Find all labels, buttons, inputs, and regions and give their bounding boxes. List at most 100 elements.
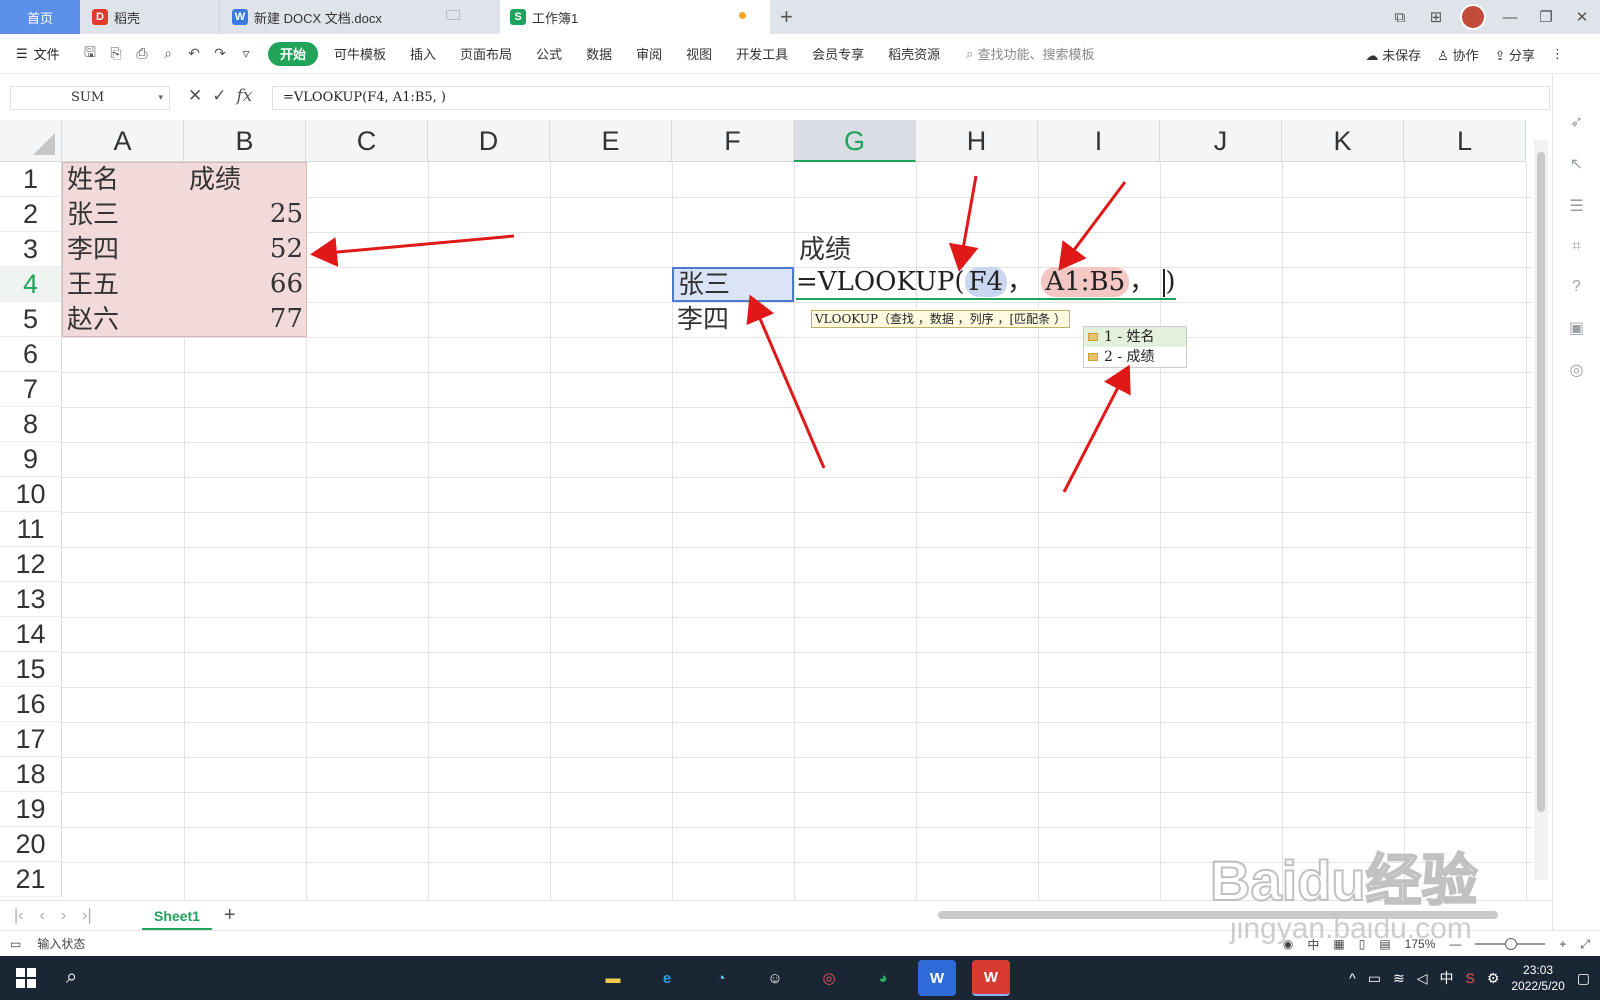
- unsaved-button[interactable]: ☁ 未保存: [1366, 45, 1422, 64]
- column-header-k[interactable]: K: [1282, 120, 1404, 162]
- row-header-9[interactable]: 9: [0, 442, 62, 477]
- more-icon[interactable]: ⋮: [1551, 46, 1564, 62]
- settings-gear-icon[interactable]: ⚙: [1487, 970, 1500, 987]
- cell-b2[interactable]: 25: [189, 197, 303, 232]
- notification-icon[interactable]: ▢: [1577, 970, 1590, 987]
- file-menu[interactable]: ☰ 文件: [0, 44, 80, 63]
- row-header-5[interactable]: 5: [0, 302, 62, 337]
- row-header-11[interactable]: 11: [0, 512, 62, 547]
- word-icon[interactable]: W: [918, 960, 956, 996]
- menu-daoke-resources[interactable]: 稻壳资源: [876, 34, 952, 74]
- column-header-d[interactable]: D: [428, 120, 550, 162]
- column-header-c[interactable]: C: [306, 120, 428, 162]
- cell-a4[interactable]: 王五: [67, 267, 119, 302]
- scroll-thumb[interactable]: [938, 911, 1498, 919]
- export-icon[interactable]: ⎘: [106, 45, 126, 62]
- column-header-g[interactable]: G: [794, 120, 916, 162]
- menu-formulas[interactable]: 公式: [524, 34, 574, 74]
- row-header-1[interactable]: 1: [0, 162, 62, 197]
- menu-view[interactable]: 视图: [674, 34, 724, 74]
- column-header-e[interactable]: E: [550, 120, 672, 162]
- customize-dropdown-icon[interactable]: ▿: [236, 45, 256, 62]
- edge-beta-icon[interactable]: ◔: [702, 960, 740, 996]
- row-header-21[interactable]: 21: [0, 862, 62, 897]
- menu-review[interactable]: 审阅: [624, 34, 674, 74]
- menu-data[interactable]: 数据: [574, 34, 624, 74]
- confirm-icon[interactable]: ✓: [212, 86, 226, 106]
- cell-f4[interactable]: 张三: [672, 267, 794, 302]
- menu-page-layout[interactable]: 页面布局: [448, 34, 524, 74]
- normal-view-icon[interactable]: ▦: [1333, 937, 1344, 951]
- menu-home[interactable]: 开始: [268, 41, 319, 66]
- row-header-10[interactable]: 10: [0, 477, 62, 512]
- column-header-f[interactable]: F: [672, 120, 794, 162]
- edge-icon[interactable]: ◕: [864, 960, 902, 996]
- backup-icon[interactable]: ▣: [1569, 318, 1584, 338]
- sliders-icon[interactable]: ☰: [1569, 196, 1583, 216]
- volume-icon[interactable]: ◁: [1417, 970, 1428, 987]
- avatar[interactable]: [1460, 4, 1486, 30]
- ime-indicator[interactable]: 中: [1439, 968, 1453, 988]
- row-header-15[interactable]: 15: [0, 652, 62, 687]
- workspace-icon[interactable]: ⧉: [1382, 0, 1418, 34]
- row-header-6[interactable]: 6: [0, 337, 62, 372]
- crop-icon[interactable]: ⌗: [1572, 238, 1581, 256]
- rocket-icon[interactable]: ➶: [1570, 112, 1583, 132]
- redo-icon[interactable]: ↷: [210, 45, 230, 62]
- taskbar-search-icon[interactable]: ⌕: [66, 966, 77, 989]
- file-explorer-icon[interactable]: ▬: [594, 960, 632, 996]
- save-icon[interactable]: 🖫: [80, 42, 100, 66]
- cell-b3[interactable]: 52: [189, 232, 303, 267]
- row-header-20[interactable]: 20: [0, 827, 62, 862]
- zoom-slider[interactable]: [1475, 938, 1546, 950]
- input-method-indicator[interactable]: 中: [1307, 936, 1319, 953]
- scroll-thumb[interactable]: [1537, 152, 1545, 812]
- prev-sheet-icon[interactable]: ‹: [39, 907, 44, 925]
- chrome-icon[interactable]: ◎: [810, 960, 848, 996]
- row-header-14[interactable]: 14: [0, 617, 62, 652]
- function-search[interactable]: ⌕ 查找功能、搜索模板: [966, 44, 1094, 63]
- cell-a3[interactable]: 李四: [67, 232, 119, 267]
- chevron-up-icon[interactable]: ^: [1349, 970, 1356, 986]
- cell-f5[interactable]: 李四: [677, 302, 729, 337]
- column-header-h[interactable]: H: [916, 120, 1038, 162]
- autocomplete-item[interactable]: 1 - 姓名: [1084, 327, 1186, 347]
- row-header-4[interactable]: 4: [0, 267, 62, 302]
- row-header-12[interactable]: 12: [0, 547, 62, 582]
- autocomplete-item[interactable]: 2 - 成绩: [1084, 347, 1186, 367]
- restore-icon[interactable]: ❐: [1528, 0, 1564, 34]
- cell-b5[interactable]: 77: [189, 302, 303, 337]
- tab-workbook[interactable]: S 工作簿1: [500, 0, 770, 34]
- macro-icon[interactable]: ▭: [10, 937, 21, 951]
- print-icon[interactable]: ⎙: [132, 45, 152, 62]
- fullscreen-icon[interactable]: ⤢: [1580, 937, 1590, 952]
- row-header-8[interactable]: 8: [0, 407, 62, 442]
- row-header-18[interactable]: 18: [0, 757, 62, 792]
- help-icon[interactable]: ?: [1572, 278, 1581, 296]
- add-sheet-icon[interactable]: +: [224, 904, 236, 927]
- first-sheet-icon[interactable]: |‹: [14, 907, 23, 925]
- select-all-corner[interactable]: [0, 120, 62, 162]
- browser-e-icon[interactable]: e: [648, 960, 686, 996]
- cursor-icon[interactable]: ↖: [1570, 154, 1583, 174]
- cell-a1[interactable]: 姓名: [67, 162, 119, 197]
- chevron-down-icon[interactable]: ▾: [158, 87, 163, 109]
- tab-docx[interactable]: W 新建 DOCX 文档.docx: [220, 0, 500, 34]
- menu-developer[interactable]: 开发工具: [724, 34, 800, 74]
- sogou-icon[interactable]: S: [1465, 970, 1474, 986]
- row-header-17[interactable]: 17: [0, 722, 62, 757]
- tray-device-icon[interactable]: ▭: [1368, 970, 1381, 987]
- formula-input[interactable]: =VLOOKUP(F4, A1:B5, ): [272, 86, 1550, 110]
- cell-g4-editor[interactable]: =VLOOKUP(F4， A1:B5， ): [796, 265, 1176, 300]
- taskbar-clock[interactable]: 23:03 2022/5/20: [1511, 962, 1564, 994]
- vertical-scrollbar[interactable]: [1534, 140, 1548, 880]
- row-header-19[interactable]: 19: [0, 792, 62, 827]
- tab-home[interactable]: 首页: [0, 0, 80, 34]
- menu-member[interactable]: 会员专享: [800, 34, 876, 74]
- new-tab-plus-icon[interactable]: +: [780, 4, 793, 30]
- name-box[interactable]: SUM ▾: [10, 86, 170, 110]
- sheet-tab-sheet1[interactable]: Sheet1: [142, 902, 212, 930]
- preview-icon[interactable]: ⌕: [158, 45, 178, 62]
- tab-daoke[interactable]: D 稻壳: [80, 0, 220, 34]
- row-header-3[interactable]: 3: [0, 232, 62, 267]
